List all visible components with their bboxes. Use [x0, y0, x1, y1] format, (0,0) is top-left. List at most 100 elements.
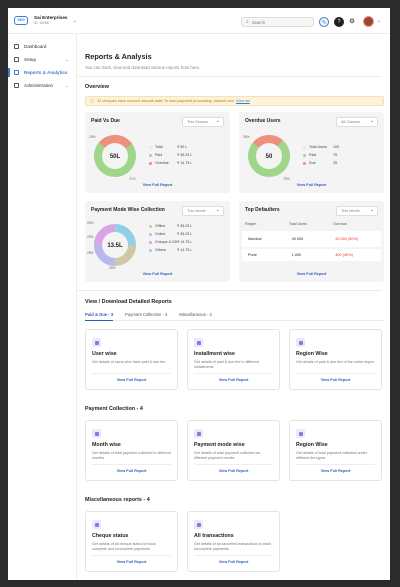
class-select[interactable]: All Classes: [336, 117, 378, 127]
bell-icon[interactable]: ✎: [319, 17, 329, 27]
alert-text: 33 cheques have crossed deposit date! To…: [97, 99, 234, 103]
divider: [92, 464, 171, 465]
main-content: Reports & Analysis You can track, view a…: [77, 34, 384, 572]
legend-item: Overdue ₹ 14.75 L: [149, 161, 192, 165]
view-full-report-link[interactable]: View Full Report: [86, 469, 177, 473]
card-description: Get details of total payment collected v…: [194, 451, 261, 460]
cheque-alert: ⓘ 33 cheques have crossed deposit date! …: [85, 96, 384, 106]
divider: [77, 76, 382, 77]
legend-value: ₹ 14.75 L: [177, 248, 193, 252]
sidebar-item-setup[interactable]: Setup ⌄: [8, 53, 76, 66]
card-title: Installment wise: [194, 351, 235, 357]
legend-label: Due: [309, 161, 316, 165]
report-card-month-wise[interactable]: Month wise Get details of total payment …: [85, 420, 178, 481]
paid-vs-due-panel: Paid Vs Due This Season 50L 29% 71% Tota…: [85, 112, 230, 193]
overdue-users-panel: Overdue Users All Classes 50 25% 75% Tot…: [239, 112, 384, 193]
donut-center-value: 50: [266, 154, 273, 160]
legend-item: Paid ₹ 35.25 L: [149, 153, 192, 157]
overdue-users-donut: 50: [248, 135, 290, 177]
card-description: Get details of total payment collected i…: [92, 451, 171, 460]
tab-paid-due[interactable]: Paid & Due - 3: [85, 312, 114, 321]
sidebar-item-label: Dashboard: [24, 44, 47, 49]
view-full-report-link[interactable]: View Full Report: [188, 469, 279, 473]
setup-icon: [14, 57, 19, 62]
tab-miscellaneous[interactable]: Miscellaneous - 2: [179, 312, 212, 317]
card-description: Get details of paid & due fee of the ent…: [296, 360, 375, 364]
month-select[interactable]: This Month: [182, 206, 224, 216]
sidebar-item-dashboard[interactable]: Dashboard: [8, 40, 76, 53]
legend-label: Paid: [309, 153, 317, 157]
card-title: Cheque status: [92, 533, 129, 539]
divider: [194, 373, 273, 374]
view-full-report-link[interactable]: View Full Report: [188, 560, 279, 564]
legend-value: 100: [333, 145, 339, 149]
legend-value: ₹ 35.25 L: [177, 232, 193, 236]
page-subtitle: You can track, view and download various…: [85, 65, 201, 70]
warning-icon: ⓘ: [90, 98, 94, 103]
admin-icon: [14, 83, 19, 88]
sidebar-item-reports[interactable]: Reports & Analytics: [8, 66, 76, 79]
report-card-installment-wise[interactable]: Installment wise Get details of paid & d…: [187, 329, 280, 390]
pct-label: 25%: [243, 135, 250, 139]
paid-vs-due-donut: 50L: [94, 135, 136, 177]
legend-value: ₹ 14.75 L: [177, 161, 193, 165]
legend-swatch: [149, 232, 152, 236]
view-list-link[interactable]: View list: [236, 99, 250, 103]
pct-label: 25%: [87, 221, 94, 225]
report-icon: [296, 429, 305, 438]
divider: [296, 464, 375, 465]
view-full-report-link[interactable]: View Full Report: [290, 469, 381, 473]
search-input[interactable]: [251, 19, 307, 25]
legend-swatch: [149, 153, 152, 157]
avatar[interactable]: [363, 16, 374, 27]
legend-label: Overdue: [155, 161, 169, 165]
org-switcher[interactable]: Sai Enterprises ID: 10086: [34, 15, 67, 25]
report-icon: [92, 338, 101, 347]
view-full-report-link[interactable]: View Full Report: [85, 272, 230, 276]
view-full-report-link[interactable]: View Full Report: [239, 272, 384, 276]
report-card-all-transactions[interactable]: All transactions Get details of all canc…: [187, 511, 280, 572]
help-icon[interactable]: ?: [334, 17, 344, 27]
report-card-payment-mode-wise[interactable]: Payment mode wise Get details of total p…: [187, 420, 280, 481]
sidebar-item-label: Reports & Analytics: [24, 70, 68, 75]
top-bar: SEG Sai Enterprises ID: 10086 ⌄ ⌕ ✎ ? ⚙ …: [8, 8, 390, 34]
dashboard-icon: [14, 44, 19, 49]
miscellaneous-cards: Cheque status Get details of all cheque …: [85, 511, 384, 572]
report-card-user-wise[interactable]: User wise Get details of users who have …: [85, 329, 178, 390]
tab-payment-collection[interactable]: Payment Collection - 4: [125, 312, 167, 317]
gear-icon[interactable]: ⚙: [347, 17, 357, 27]
card-title: Payment mode wise: [194, 442, 245, 448]
view-full-report-link[interactable]: View Full Report: [239, 183, 384, 187]
table-row[interactable]: Pune 1,000 400 (40%): [242, 249, 381, 261]
view-full-report-link[interactable]: View Full Report: [86, 378, 177, 382]
report-card-region-wise-collection[interactable]: Region Wise Get details of total payment…: [289, 420, 382, 481]
report-icon: [194, 429, 203, 438]
view-full-report-link[interactable]: View Full Report: [290, 378, 381, 382]
report-card-cheque-status[interactable]: Cheque status Get details of all cheque …: [85, 511, 178, 572]
card-description: Get details of users who have paid & due…: [92, 360, 166, 364]
report-icon: [92, 520, 101, 529]
chevron-down-icon: ⌄: [65, 56, 69, 62]
view-full-report-link[interactable]: View Full Report: [85, 183, 230, 187]
view-full-report-link[interactable]: View Full Report: [188, 378, 279, 382]
season-select[interactable]: This Season: [182, 117, 224, 127]
table-row[interactable]: Mumbai 40,000 20,000 (50%): [242, 231, 381, 247]
card-title: Region Wise: [296, 351, 328, 357]
sidebar-item-administration[interactable]: Administration ⌄: [8, 79, 76, 92]
pct-label: 25%: [87, 251, 94, 255]
search-box[interactable]: ⌕: [241, 17, 314, 27]
miscellaneous-title: Miscellaneous reports - 4: [85, 497, 150, 503]
legend-label: Others: [155, 248, 166, 252]
legend-item: Offline ₹ 35.25 L: [149, 224, 192, 228]
view-full-report-link[interactable]: View Full Report: [86, 560, 177, 564]
legend-label: Total Users: [309, 145, 327, 149]
chevron-down-icon[interactable]: ⌄: [377, 18, 381, 24]
chevron-down-icon[interactable]: ⌄: [72, 18, 76, 24]
total-users-cell: 1,000: [291, 253, 302, 257]
legend-swatch: [149, 161, 152, 165]
report-card-region-wise[interactable]: Region Wise Get details of paid & due fe…: [289, 329, 382, 390]
month-select[interactable]: This Month: [336, 206, 378, 216]
legend-swatch: [303, 153, 306, 157]
pct-label: 29%: [89, 135, 96, 139]
org-id: ID: 10086: [34, 20, 49, 25]
